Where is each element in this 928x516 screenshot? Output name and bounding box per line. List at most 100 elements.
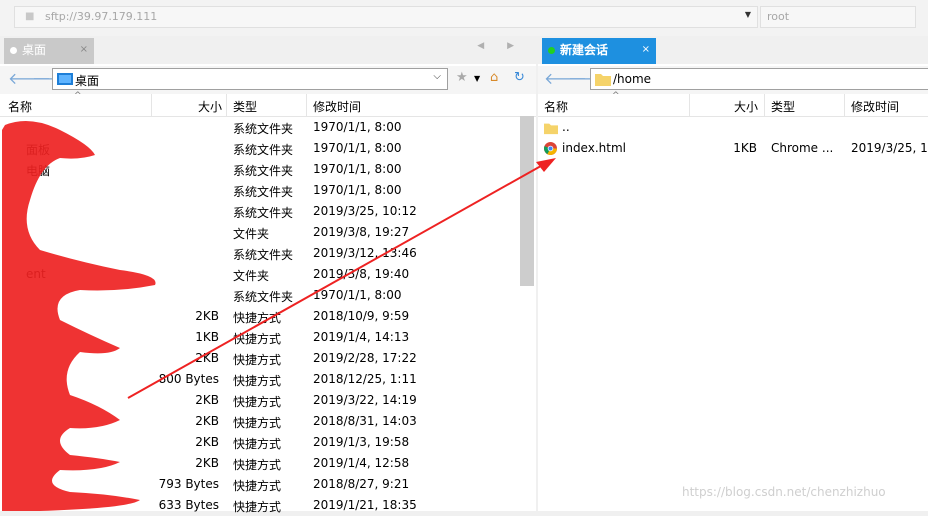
address-bar: ■ sftp://39.97.179.111 ▼ root	[0, 0, 928, 36]
file-size: 2KB	[195, 435, 219, 449]
col-name[interactable]: 名称	[8, 98, 32, 115]
file-name: index.html	[562, 141, 626, 155]
file-modified: 2019/3/22, 14:19	[313, 393, 417, 407]
table-row[interactable]: 系统文件夹 2019/3/25, 10:12	[0, 201, 536, 222]
file-modified: 2019/3/25, 10:12	[313, 204, 417, 218]
home-icon[interactable]: ⌂	[490, 70, 498, 85]
table-row[interactable]: 793 Bytes 快捷方式 2018/8/27, 9:21	[0, 474, 536, 495]
file-type: 快捷方式	[233, 500, 282, 514]
col-name[interactable]: 名称	[544, 98, 568, 115]
table-row[interactable]: 系统文件夹 1970/1/1, 8:00	[0, 285, 536, 306]
file-modified: 1970/1/1, 8:00	[313, 120, 402, 134]
table-row[interactable]: 文件夹 2019/3/8, 19:27	[0, 222, 536, 243]
chrome-icon	[544, 142, 557, 155]
lock-icon: ■	[25, 11, 35, 22]
file-type: 快捷方式	[233, 374, 282, 388]
table-row[interactable]: 系统文件夹 1970/1/1, 8:00	[0, 180, 536, 201]
table-row[interactable]: 1KB 快捷方式 2019/1/4, 14:13	[0, 327, 536, 348]
table-row[interactable]: 800 Bytes 快捷方式 2018/12/25, 1:11	[0, 369, 536, 390]
table-row[interactable]: 2KB 快捷方式 2019/3/22, 14:19	[0, 390, 536, 411]
file-modified: 2018/8/31, 14:03	[313, 414, 417, 428]
table-row[interactable]: 电脑 系统文件夹 1970/1/1, 8:00	[0, 159, 536, 180]
close-icon[interactable]: ×	[642, 38, 650, 62]
file-type: 快捷方式	[233, 479, 282, 493]
table-row[interactable]: 2KB 快捷方式 2019/1/4, 12:58	[0, 453, 536, 474]
tab-scroll-arrows[interactable]: ◀ ▶	[477, 41, 524, 51]
scrollbar-thumb[interactable]	[520, 116, 534, 286]
col-type[interactable]: 类型	[233, 98, 257, 115]
close-icon[interactable]: ×	[80, 38, 88, 62]
table-row[interactable]: ent 文件夹 2019/3/8, 19:40	[0, 264, 536, 285]
host-input[interactable]: ■ sftp://39.97.179.111 ▼	[14, 6, 758, 28]
col-modified[interactable]: 修改时间	[851, 98, 899, 115]
table-row[interactable]: 2KB 快捷方式 2019/2/28, 17:22	[0, 348, 536, 369]
file-modified: 2019/3/8, 19:40	[313, 267, 410, 281]
file-modified: 2019/1/4, 14:13	[313, 330, 410, 344]
table-row[interactable]: 2KB 快捷方式 2019/1/3, 19:58	[0, 432, 536, 453]
remote-path-input[interactable]: /home	[590, 68, 928, 90]
file-type: Chrome ...	[771, 141, 834, 155]
user-input[interactable]: root	[760, 6, 916, 28]
tab-desktop[interactable]: 桌面 ×	[4, 38, 94, 64]
table-row[interactable]: 2KB 快捷方式 2018/10/9, 9:59	[0, 306, 536, 327]
file-modified: 2018/12/25, 1:11	[313, 372, 417, 386]
file-modified: 1970/1/1, 8:00	[313, 183, 402, 197]
file-type: 系统文件夹	[233, 143, 294, 157]
user-text: root	[767, 10, 790, 23]
file-modified: 2019/3/12, 13:46	[313, 246, 417, 260]
file-size: 2KB	[195, 351, 219, 365]
file-size: 2KB	[195, 309, 219, 323]
col-size[interactable]: 大小	[198, 98, 222, 115]
table-row[interactable]: index.html 1KB Chrome ... 2019/3/25, 18	[538, 138, 928, 159]
table-row[interactable]: 633 Bytes 快捷方式 2019/1/21, 18:35	[0, 495, 536, 516]
table-row[interactable]: 系统文件夹 1970/1/1, 8:00	[0, 117, 536, 138]
local-tabbar: 桌面 × ◀ ▶	[0, 36, 536, 64]
file-modified: 2019/1/4, 12:58	[313, 456, 410, 470]
file-modified: 2019/3/25, 18	[851, 141, 928, 155]
col-modified[interactable]: 修改时间	[313, 98, 361, 115]
file-type: 快捷方式	[233, 416, 282, 430]
file-size: 2KB	[195, 414, 219, 428]
local-path-text: 桌面	[75, 74, 100, 88]
tab-new-session[interactable]: 新建会话 ×	[542, 38, 656, 64]
star-icon[interactable]: ★	[456, 70, 468, 85]
folder-icon	[595, 74, 611, 86]
dropdown-arrow-icon[interactable]: ▼	[474, 74, 480, 83]
file-modified: 1970/1/1, 8:00	[313, 162, 402, 176]
remote-path-text: /home	[613, 72, 652, 86]
col-type[interactable]: 类型	[771, 98, 795, 115]
chevron-down-icon[interactable]: ⌵	[433, 71, 441, 82]
file-type: 快捷方式	[233, 458, 282, 472]
status-dot-icon	[10, 47, 17, 54]
file-name: ..	[562, 120, 570, 134]
file-modified: 1970/1/1, 8:00	[313, 141, 402, 155]
local-path-input[interactable]: 桌面 ⌵	[52, 68, 448, 90]
table-row[interactable]: 面板 系统文件夹 1970/1/1, 8:00	[0, 138, 536, 159]
file-size: 633 Bytes	[158, 498, 219, 512]
table-row[interactable]: ..	[538, 117, 928, 138]
file-type: 文件夹	[233, 269, 270, 283]
file-size: 800 Bytes	[158, 372, 219, 386]
file-type: 系统文件夹	[233, 248, 294, 262]
file-type: 快捷方式	[233, 311, 282, 325]
col-size[interactable]: 大小	[734, 98, 758, 115]
tab-label: 新建会话	[560, 43, 609, 57]
file-modified: 2019/2/28, 17:22	[313, 351, 417, 365]
file-name: 电脑	[26, 164, 51, 178]
refresh-icon[interactable]: ↻	[514, 70, 525, 85]
remote-column-header: ^ 名称 大小 类型 修改时间	[538, 91, 928, 117]
remote-toolbar: 🡐 🡒 /home	[538, 66, 928, 94]
tab-label: 桌面	[22, 43, 47, 57]
file-type: 文件夹	[233, 227, 270, 241]
file-name: 面板	[26, 143, 51, 157]
remote-pane: 新建会话 × 🡐 🡒 /home ^ 名称 大小 类型 修改时间 .. index…	[538, 36, 928, 511]
watermark: https://blog.csdn.net/chenzhizhuo	[682, 485, 886, 499]
file-type: 快捷方式	[233, 332, 282, 346]
file-type: 快捷方式	[233, 437, 282, 451]
chevron-down-icon[interactable]: ▼	[745, 10, 751, 19]
table-row[interactable]: 2KB 快捷方式 2018/8/31, 14:03	[0, 411, 536, 432]
file-size: 2KB	[195, 393, 219, 407]
host-text: sftp://39.97.179.111	[45, 10, 158, 23]
table-row[interactable]: 系统文件夹 2019/3/12, 13:46	[0, 243, 536, 264]
local-toolbar: 🡐 🡒 桌面 ⌵ ★ ▼ ⌂ ↻	[0, 66, 536, 94]
